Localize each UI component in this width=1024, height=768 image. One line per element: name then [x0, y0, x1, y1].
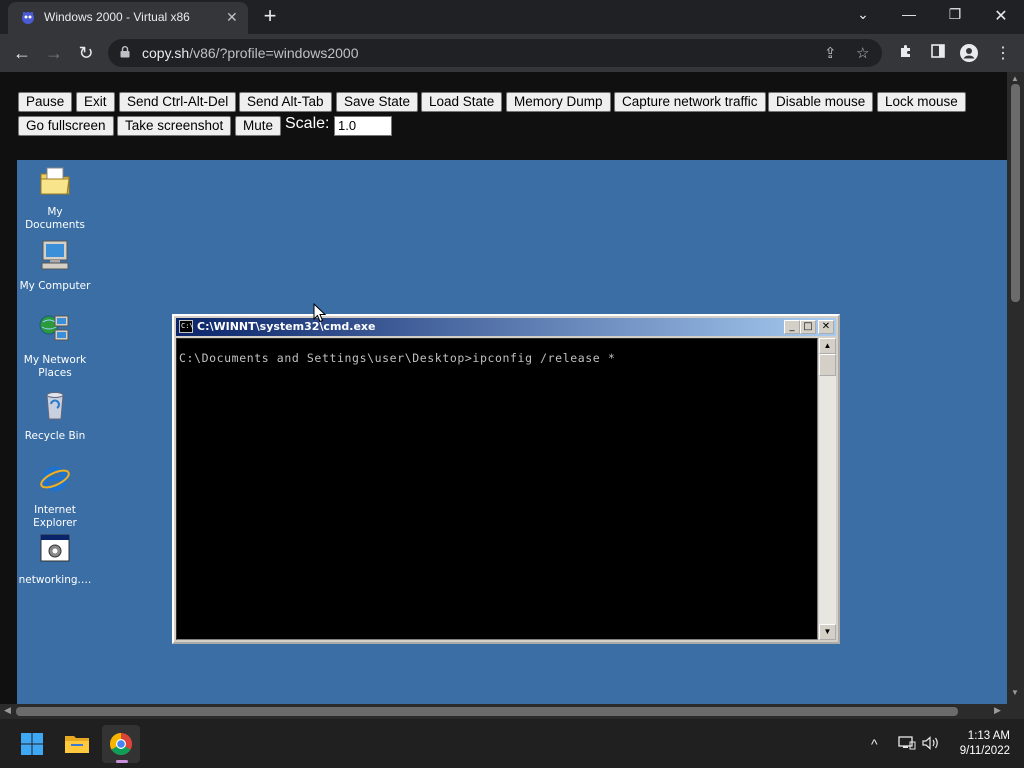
cmd-window-title: C:\WINNT\system32\cmd.exe: [197, 320, 376, 333]
url-host: copy.sh: [142, 45, 190, 61]
cmd-maximize-button[interactable]: □: [800, 320, 816, 334]
scroll-right-arrow-icon[interactable]: ▶: [994, 705, 1001, 716]
menu-icon[interactable]: ⋮: [993, 43, 1013, 63]
url-path: /v86/?profile=windows2000: [189, 45, 359, 61]
desktop-icon-my-documents[interactable]: My Documents: [17, 164, 93, 232]
page-content: Pause Exit Send Ctrl-Alt-Del Send Alt-Ta…: [0, 72, 1007, 704]
page-vertical-scrollbar[interactable]: ▲ ▼: [1007, 72, 1024, 704]
lock-mouse-button[interactable]: Lock mouse: [877, 92, 966, 112]
network-status-icon[interactable]: [898, 736, 916, 753]
program-icon: [40, 534, 70, 562]
console-line: C:\Documents and Settings\user\Desktop>i…: [179, 351, 616, 365]
desktop-icon-label: networking.…: [18, 574, 92, 586]
desktop-icon-label: Internet Explorer: [33, 504, 77, 529]
url-text[interactable]: copy.sh/v86/?profile=windows2000: [142, 45, 359, 61]
new-tab-button[interactable]: +: [258, 4, 282, 28]
tab-search-button[interactable]: ⌄: [852, 6, 874, 26]
favicon-icon: [22, 12, 34, 24]
desktop-icon-internet-explorer[interactable]: Internet Explorer: [17, 462, 93, 530]
cmd-console[interactable]: C:\Documents and Settings\user\Desktop>i…: [176, 338, 818, 640]
desktop-icon-networking[interactable]: networking.…: [17, 532, 93, 587]
tab-close-icon[interactable]: ✕: [226, 9, 238, 26]
desktop-icon-my-computer[interactable]: My Computer: [17, 238, 93, 293]
emulator-screen[interactable]: My Documents My Computer My Network Plac…: [17, 160, 1007, 704]
cmd-close-button[interactable]: ✕: [818, 320, 834, 334]
window-close-button[interactable]: ✕: [990, 6, 1012, 26]
mute-button[interactable]: Mute: [235, 116, 282, 136]
desktop-icon-label: Recycle Bin: [24, 430, 86, 442]
lock-icon[interactable]: [120, 46, 130, 58]
window-minimize-button[interactable]: —: [898, 6, 920, 26]
exit-button[interactable]: Exit: [76, 92, 115, 112]
scroll-down-arrow-icon[interactable]: ▼: [819, 624, 836, 640]
cmd-window-icon[interactable]: C:\: [179, 320, 194, 333]
save-state-button[interactable]: Save State: [336, 92, 419, 112]
take-screenshot-button[interactable]: Take screenshot: [117, 116, 232, 136]
start-icon: [21, 733, 43, 755]
tab-title: Windows 2000 - Virtual x86: [44, 10, 190, 24]
folder-icon: [40, 167, 70, 195]
address-bar[interactable]: copy.sh/v86/?profile=windows2000 ⇪ ☆: [108, 39, 882, 67]
desktop-icon-my-network-places[interactable]: My Network Places: [17, 312, 93, 380]
memory-dump-button[interactable]: Memory Dump: [506, 92, 611, 112]
back-button[interactable]: ←: [11, 42, 33, 64]
page-scroll-thumb[interactable]: [1011, 84, 1020, 302]
capture-network-traffic-button[interactable]: Capture network traffic: [614, 92, 766, 112]
start-button[interactable]: [13, 725, 51, 763]
cmd-scrollbar[interactable]: ▲ ▼: [819, 338, 836, 640]
chrome-taskbar-button[interactable]: [102, 725, 140, 763]
scroll-thumb[interactable]: [819, 354, 836, 376]
pause-button[interactable]: Pause: [18, 92, 73, 112]
computer-icon: [41, 240, 69, 270]
network-icon: [39, 315, 69, 341]
desktop-icon-label: My Documents: [25, 206, 85, 231]
mouse-cursor-icon: [313, 303, 327, 323]
extensions-icon[interactable]: [896, 43, 916, 64]
scroll-up-arrow-icon[interactable]: ▲: [1011, 74, 1019, 83]
tray-overflow-chevron-icon[interactable]: ^: [871, 736, 878, 752]
system-clock[interactable]: 1:13 AM 9/11/2022: [948, 729, 1010, 759]
go-fullscreen-button[interactable]: Go fullscreen: [18, 116, 114, 136]
cmd-minimize-button[interactable]: _: [784, 320, 800, 334]
forward-button[interactable]: →: [43, 42, 65, 64]
desktop-icon-label: My Network Places: [23, 354, 87, 379]
tab-active[interactable]: Windows 2000 - Virtual x86 ✕: [8, 2, 248, 34]
taskbar: ^ 1:13 AM 9/11/2022: [0, 719, 1024, 768]
scroll-left-arrow-icon[interactable]: ◀: [4, 705, 11, 716]
tab-strip: Windows 2000 - Virtual x86 ✕ + ⌄ — ❐ ✕: [0, 0, 1024, 34]
scale-input[interactable]: 1.0: [334, 116, 392, 136]
active-app-indicator: [116, 760, 128, 763]
cmd-window[interactable]: C:\ C:\WINNT\system32\cmd.exe _ □ ✕ C:\D…: [172, 314, 840, 644]
share-icon[interactable]: ⇪: [824, 44, 837, 62]
star-icon[interactable]: ☆: [856, 44, 869, 62]
side-panel-icon[interactable]: [928, 43, 948, 64]
reload-button[interactable]: ↻: [75, 42, 97, 64]
scroll-down-arrow-icon[interactable]: ▼: [1011, 688, 1019, 697]
recycle-bin-icon: [46, 392, 64, 420]
cmd-titlebar[interactable]: C:\ C:\WINNT\system32\cmd.exe _ □ ✕: [176, 318, 836, 336]
profile-icon[interactable]: [959, 43, 979, 68]
scroll-up-arrow-icon[interactable]: ▲: [819, 338, 836, 354]
volume-icon[interactable]: [922, 736, 940, 753]
desktop-icon-label: My Computer: [19, 280, 91, 292]
clock-date: 9/11/2022: [959, 745, 1010, 757]
chrome-icon: [110, 733, 132, 755]
clock-time: 1:13 AM: [967, 730, 1010, 742]
page-hscroll-thumb[interactable]: [16, 707, 958, 716]
send-ctrl-alt-del-button[interactable]: Send Ctrl-Alt-Del: [119, 92, 237, 112]
browser-toolbar: ← → ↻ copy.sh/v86/?profile=windows2000 ⇪…: [0, 34, 1024, 72]
page-horizontal-scrollbar[interactable]: ◀ ▶: [0, 704, 1007, 719]
file-explorer-button[interactable]: [58, 725, 96, 763]
load-state-button[interactable]: Load State: [421, 92, 503, 112]
scrollbar-corner: [1007, 704, 1024, 719]
file-explorer-icon: [65, 736, 89, 753]
internet-explorer-icon: [40, 466, 70, 492]
window-restore-button[interactable]: ❐: [944, 6, 966, 26]
scale-label: Scale:: [285, 115, 330, 132]
disable-mouse-button[interactable]: Disable mouse: [768, 92, 874, 112]
desktop-icon-recycle-bin[interactable]: Recycle Bin: [17, 388, 93, 443]
send-alt-tab-button[interactable]: Send Alt-Tab: [239, 92, 332, 112]
